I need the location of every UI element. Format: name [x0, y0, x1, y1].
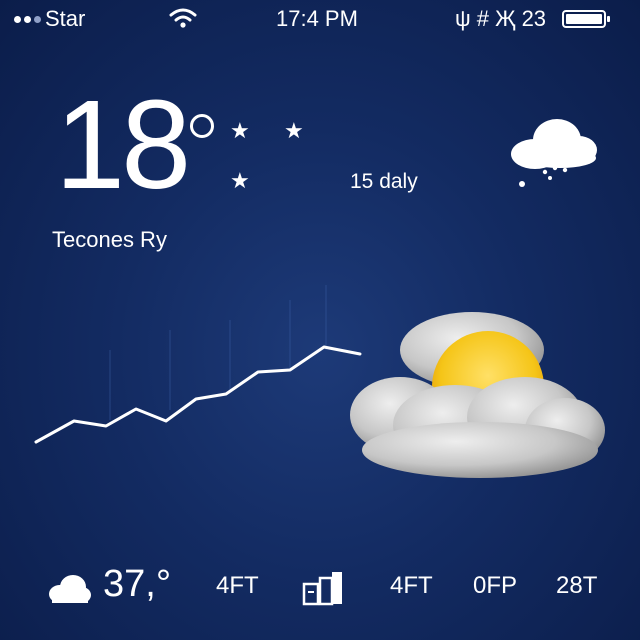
trend-line: [34, 285, 362, 444]
signal-dots-icon: [14, 15, 41, 23]
bottom-item-2: 4FT: [390, 572, 433, 599]
battery-icon: [562, 10, 611, 28]
carrier-group: Star: [14, 6, 85, 32]
status-bar: Star 17:4 PM ψ # Җ 23: [0, 0, 640, 40]
bottom-item-3: 0FP: [473, 572, 518, 599]
degree-symbol: [190, 114, 214, 138]
bottom-item-4: 28T: [556, 572, 598, 599]
sun-cloud-icon: [350, 312, 605, 478]
star-icon: ★: [284, 118, 304, 143]
wifi-icon: [169, 8, 197, 28]
star-icon: ★: [230, 118, 250, 143]
status-time: 17:4 PM: [276, 6, 358, 31]
daily-label: 15 daly: [350, 170, 418, 193]
location-label: Tecones Ry: [52, 227, 167, 252]
bottom-item-1: 4FT: [216, 572, 259, 599]
bottom-temperature: 37,°: [103, 563, 172, 605]
star-icon: ★: [230, 168, 250, 193]
status-indicators: ψ # Җ 23: [455, 6, 547, 31]
cloud-icon: [49, 575, 91, 603]
buildings-icon: [302, 572, 342, 606]
status-indicators-group: ψ # Җ 23: [455, 6, 611, 32]
current-temperature: 18: [55, 74, 191, 215]
cloud-rain-icon: [511, 119, 597, 187]
carrier-name: Star: [45, 6, 86, 31]
